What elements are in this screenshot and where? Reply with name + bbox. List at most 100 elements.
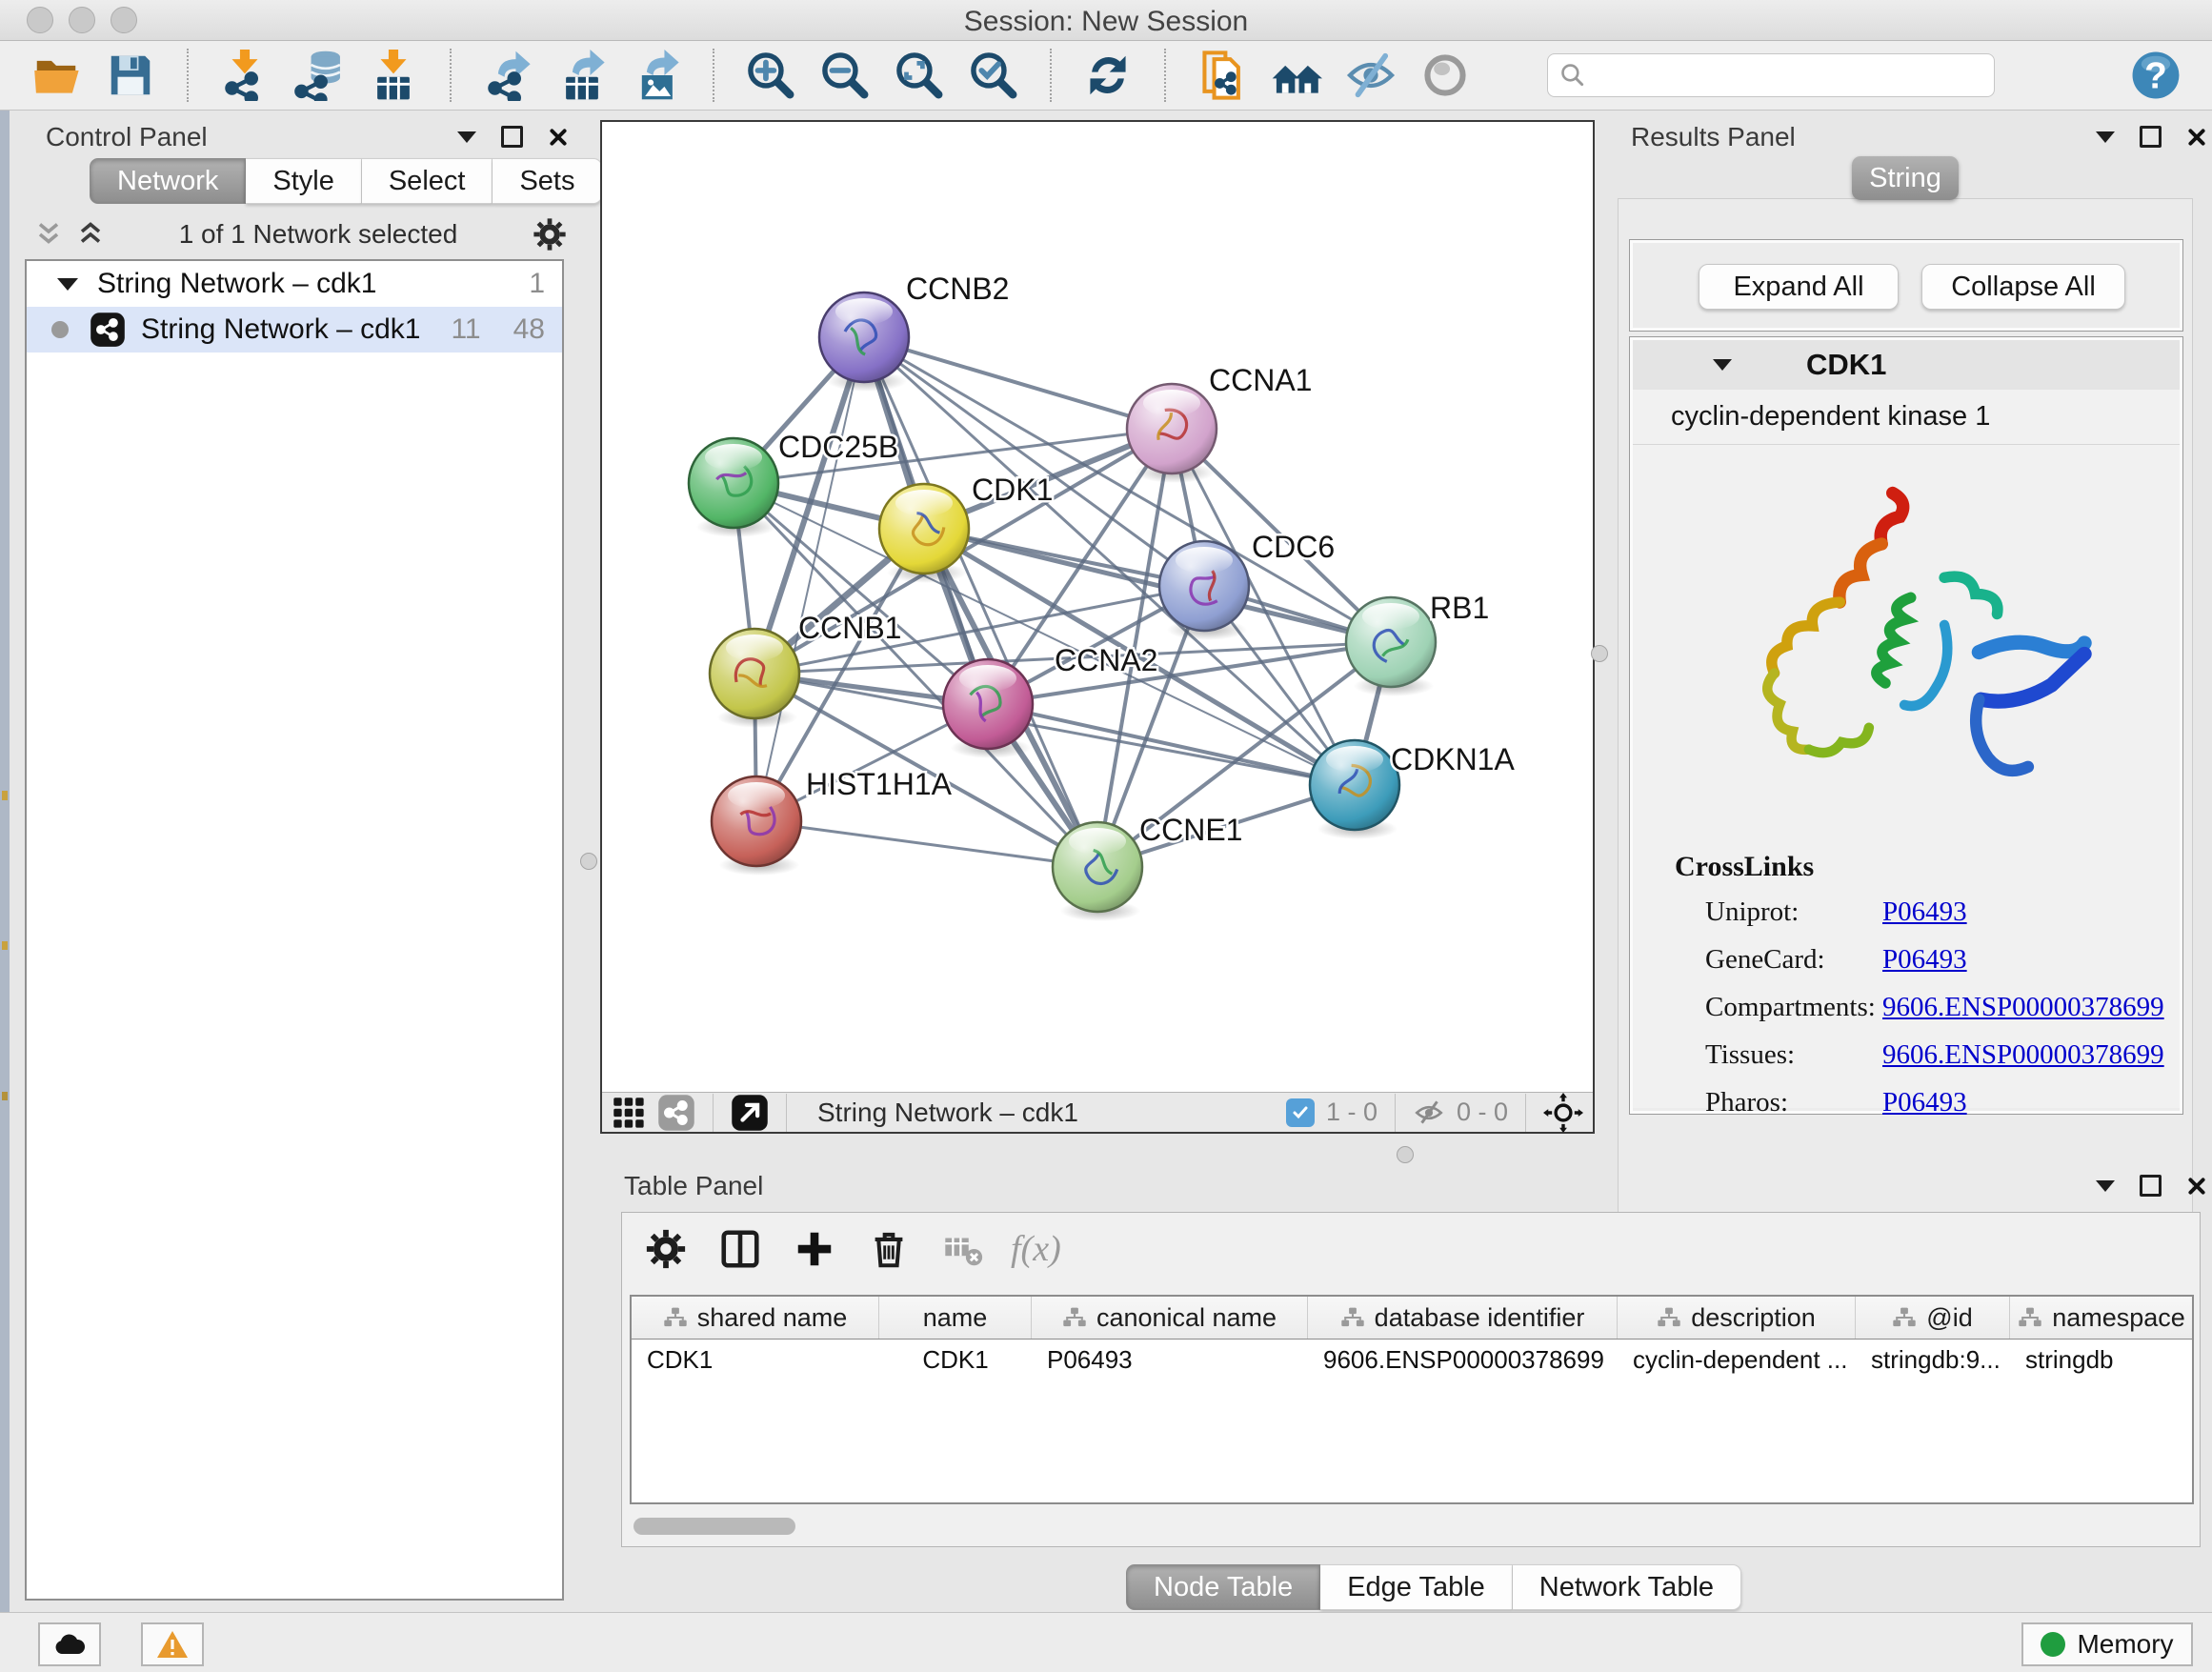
table-cell[interactable]: stringdb (2010, 1340, 2194, 1381)
table-cell[interactable]: P06493 (1032, 1340, 1308, 1381)
panel-menu-icon[interactable] (2096, 131, 2115, 143)
collapse-all-icon[interactable] (34, 220, 63, 249)
search-box[interactable] (1547, 53, 1995, 97)
help-button[interactable]: ? (2128, 48, 2183, 103)
horizontal-splitter-handle[interactable] (1397, 1146, 1414, 1163)
network-node-CDC25B[interactable]: CDC25B (689, 430, 898, 537)
protein-card-header[interactable]: CDK1 (1633, 340, 2180, 391)
right-splitter-handle[interactable] (1591, 645, 1608, 662)
crosslink-link[interactable]: 9606.ENSP00000378699 (1882, 992, 2164, 1023)
show-columns-button[interactable] (714, 1222, 767, 1276)
crosslink-link[interactable]: 9606.ENSP00000378699 (1882, 1039, 2164, 1071)
column-header-database-identifier[interactable]: database identifier (1308, 1297, 1618, 1339)
delete-table-button[interactable] (936, 1222, 990, 1276)
tab-style[interactable]: Style (246, 158, 361, 204)
grid-view-icon[interactable] (612, 1096, 646, 1130)
network-node-CDKN1A[interactable]: CDKN1A (1310, 740, 1515, 839)
birdseye-crosshair-icon[interactable] (1543, 1093, 1583, 1133)
network-node-CCNA1[interactable]: CCNA1 (1127, 363, 1312, 483)
network-node-CCNE1[interactable]: CCNE1 (1053, 813, 1242, 921)
gear-icon[interactable] (532, 216, 568, 252)
create-column-button[interactable] (788, 1222, 841, 1276)
tab-select[interactable]: Select (362, 158, 493, 204)
tab-node-table[interactable]: Node Table (1126, 1564, 1320, 1610)
expand-all-icon[interactable] (76, 220, 105, 249)
share-view-icon[interactable] (657, 1094, 695, 1132)
warnings-button[interactable] (141, 1622, 204, 1666)
panel-close-icon[interactable] (548, 127, 569, 148)
panel-float-icon[interactable] (2140, 126, 2162, 148)
detach-view-icon[interactable] (731, 1094, 769, 1132)
selected-checkbox[interactable] (1286, 1098, 1315, 1127)
export-network-button[interactable] (480, 48, 535, 103)
show-graphics-button[interactable] (1418, 48, 1473, 103)
function-builder-button[interactable]: f(x) (1011, 1228, 1061, 1270)
import-table-button[interactable] (366, 48, 421, 103)
horizontal-scrollbar-thumb[interactable] (633, 1518, 795, 1535)
hide-graphics-button[interactable] (1343, 48, 1398, 103)
houses-button[interactable] (1269, 48, 1324, 103)
expand-all-button[interactable]: Expand All (1699, 264, 1899, 310)
hidden-eye-slash-icon[interactable] (1413, 1097, 1445, 1129)
export-table-button[interactable] (554, 48, 610, 103)
network-row[interactable]: String Network – cdk1 11 48 (27, 307, 562, 353)
tree-expand-icon[interactable] (57, 278, 78, 291)
network-edge[interactable] (756, 337, 864, 821)
delete-column-button[interactable] (862, 1222, 915, 1276)
panel-float-icon[interactable] (2140, 1175, 2162, 1197)
collapse-all-button[interactable]: Collapse All (1921, 264, 2125, 310)
zoom-in-button[interactable] (743, 48, 798, 103)
network-collection-row[interactable]: String Network – cdk1 1 (27, 261, 562, 307)
cloud-button[interactable] (38, 1622, 101, 1666)
open-session-button[interactable] (29, 48, 84, 103)
table-cell[interactable]: stringdb:9... (1856, 1340, 2010, 1381)
table-cell[interactable]: cyclin-dependent ... (1618, 1340, 1856, 1381)
tab-edge-table[interactable]: Edge Table (1320, 1564, 1513, 1610)
zoom-selected-button[interactable] (966, 48, 1021, 103)
column-header-name[interactable]: name (879, 1297, 1032, 1339)
panel-close-icon[interactable] (2186, 1176, 2207, 1197)
network-graph[interactable]: CCNB2CCNA1CDC25BCDK1CDC6RB1CCNB1CCNA2CDK… (602, 122, 1593, 1092)
panel-menu-icon[interactable] (457, 131, 476, 143)
tab-string[interactable]: String (1852, 156, 1959, 200)
collapse-card-icon[interactable] (1713, 359, 1732, 371)
column-header-description[interactable]: description (1618, 1297, 1856, 1339)
save-session-button[interactable] (103, 48, 158, 103)
panel-float-icon[interactable] (501, 126, 523, 148)
table-row[interactable]: CDK1CDK1P064939606.ENSP00000378699cyclin… (632, 1340, 2192, 1381)
search-input[interactable] (1586, 55, 1982, 95)
crosslink-link[interactable]: P06493 (1882, 1087, 1967, 1118)
column-header--id[interactable]: @id (1856, 1297, 2010, 1339)
network-edge[interactable] (756, 821, 1097, 867)
tab-network-table[interactable]: Network Table (1513, 1564, 1741, 1610)
memory-button[interactable]: Memory (2021, 1622, 2193, 1666)
left-splitter-handle[interactable] (580, 853, 597, 870)
zoom-out-button[interactable] (817, 48, 873, 103)
import-network-from-database-button[interactable] (292, 48, 347, 103)
column-header-namespace[interactable]: namespace (2010, 1297, 2194, 1339)
crosslink-link[interactable]: P06493 (1882, 944, 1967, 976)
table-cell[interactable]: 9606.ENSP00000378699 (1308, 1340, 1618, 1381)
node-table[interactable]: shared namenamecanonical namedatabase id… (630, 1295, 2194, 1504)
network-node-HIST1H1A[interactable]: HIST1H1A (712, 767, 953, 876)
panel-menu-icon[interactable] (2096, 1180, 2115, 1192)
table-cell[interactable]: CDK1 (879, 1340, 1032, 1381)
column-header-shared-name[interactable]: shared name (632, 1297, 879, 1339)
network-canvas[interactable]: CCNB2CCNA1CDC25BCDK1CDC6RB1CCNB1CCNA2CDK… (600, 120, 1595, 1134)
refresh-button[interactable] (1080, 48, 1136, 103)
panel-close-icon[interactable] (2186, 127, 2207, 148)
import-network-button[interactable] (217, 48, 272, 103)
tab-network[interactable]: Network (90, 158, 246, 204)
crosslink-link[interactable]: P06493 (1882, 896, 1967, 928)
save-floppy-icon (105, 50, 156, 101)
string-query-button[interactable] (1195, 48, 1250, 103)
tab-sets[interactable]: Sets (493, 158, 602, 204)
zoom-fit-button[interactable] (892, 48, 947, 103)
table-settings-button[interactable] (639, 1222, 693, 1276)
column-header-canonical-name[interactable]: canonical name (1032, 1297, 1308, 1339)
table-cell[interactable]: CDK1 (632, 1340, 879, 1381)
network-edge[interactable] (864, 337, 1172, 429)
network-node-RB1[interactable]: RB1 (1346, 591, 1489, 696)
export-image-button[interactable] (629, 48, 684, 103)
network-node-CCNB1[interactable]: CCNB1 (710, 611, 901, 728)
